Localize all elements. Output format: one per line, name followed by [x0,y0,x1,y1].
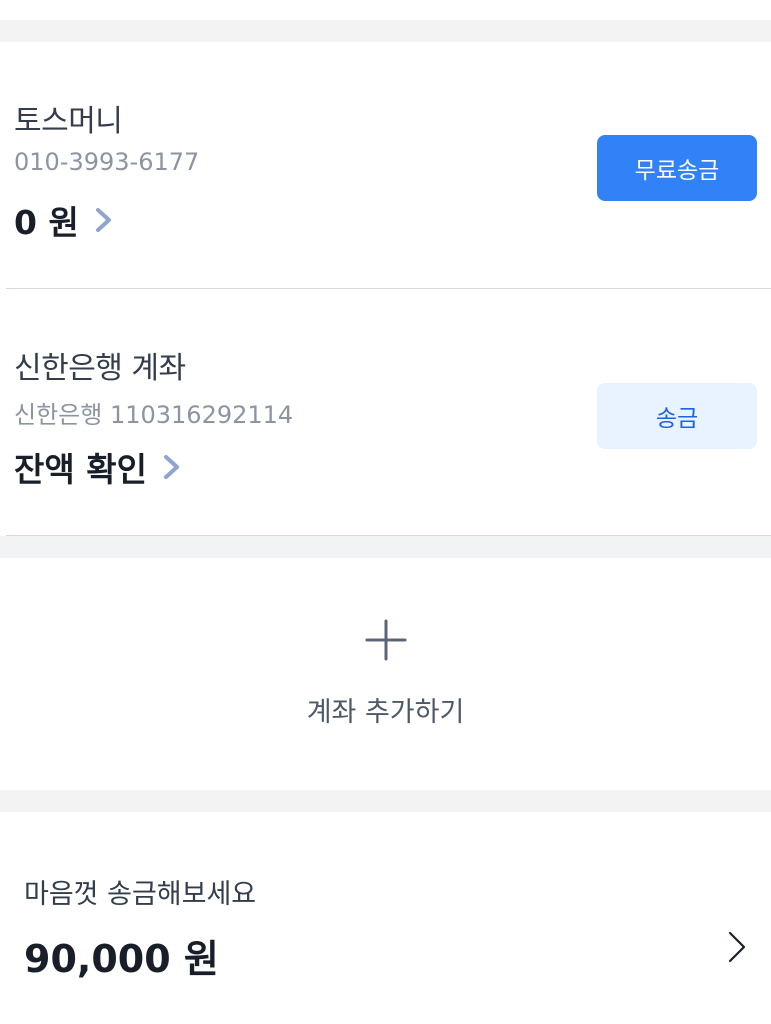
account-number: 010-3993-6177 [14,148,200,176]
transfer-button[interactable]: 송금 [597,383,757,449]
balance-check-label: 잔액 확인 [14,450,147,489]
account-balance-link[interactable]: 0 원 [14,196,115,244]
account-name: 신한은행 계좌 [14,351,186,386]
add-account-button[interactable]: 계좌 추가하기 [0,558,771,790]
section-gap [0,790,771,812]
account-balance: 0 원 [14,203,79,242]
top-spacer [0,0,771,20]
account-card-shinhan[interactable]: 신한은행 계좌 신한은행 110316292114 잔액 확인 송금 [0,289,771,536]
divider [6,535,771,536]
account-name: 토스머니 [14,104,123,139]
chevron-right-icon [728,931,746,963]
account-number: 신한은행 110316292114 [14,401,294,429]
free-transfer-button[interactable]: 무료송금 [597,135,757,201]
account-card-toss-money[interactable]: 토스머니 010-3993-6177 0 원 무료송금 [0,42,771,289]
section-gap [0,536,771,558]
plus-icon [365,619,406,661]
promo-title: 마음껏 송금해보세요 [24,879,257,910]
add-account-label: 계좌 추가하기 [306,697,465,728]
chevron-right-icon [95,208,111,232]
balance-check-link[interactable]: 잔액 확인 [14,443,183,491]
section-gap [0,20,771,42]
chevron-right-icon [163,455,179,479]
promo-transfer-banner[interactable]: 마음껏 송금해보세요 90,000 원 [0,812,771,1024]
promo-amount: 90,000 원 [24,937,219,981]
